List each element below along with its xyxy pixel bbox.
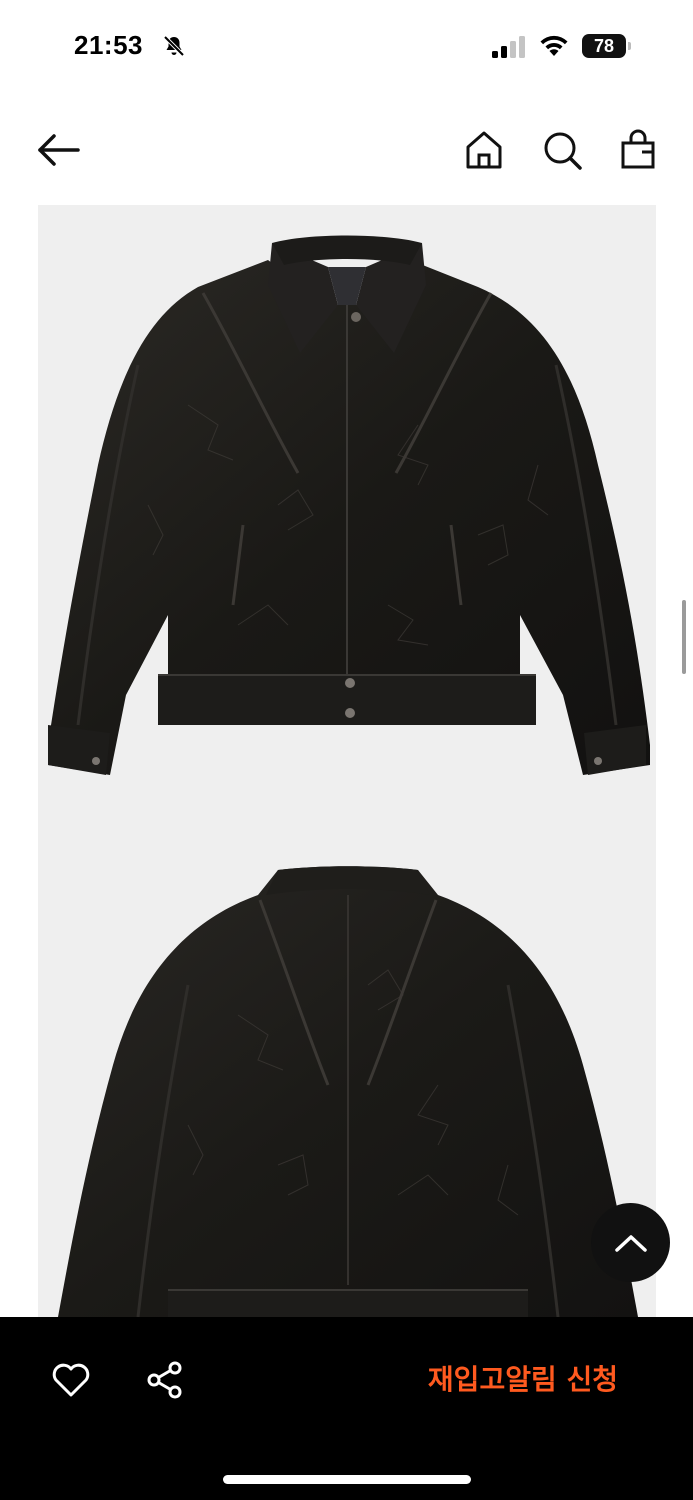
scroll-to-top-button[interactable] — [591, 1203, 670, 1282]
restock-alert-button[interactable]: 재입고알림 신청 — [380, 1357, 650, 1403]
home-indicator — [223, 1475, 471, 1484]
status-bar: 21:53 78 — [0, 0, 693, 96]
chevron-up-icon — [614, 1234, 647, 1252]
battery-indicator: 78 — [582, 34, 632, 58]
jacket-front-image — [48, 235, 650, 775]
bottom-action-bar: 재입고알림 신청 — [0, 1317, 693, 1500]
jacket-back-image — [58, 866, 638, 1317]
scroll-indicator[interactable] — [682, 600, 686, 674]
signal-icon — [492, 36, 525, 58]
product-image-gallery[interactable] — [38, 205, 656, 1317]
bell-slash-icon — [163, 35, 185, 57]
top-navigation — [0, 110, 693, 190]
search-icon[interactable] — [540, 128, 584, 172]
status-time: 21:53 — [74, 30, 143, 60]
arrow-left-icon[interactable] — [34, 130, 84, 170]
shopping-bag-icon[interactable] — [616, 128, 660, 172]
share-icon[interactable] — [144, 1359, 186, 1401]
wifi-icon — [540, 35, 568, 56]
battery-level: 78 — [582, 34, 626, 58]
battery-tip — [628, 42, 631, 50]
heart-icon[interactable] — [50, 1359, 92, 1401]
home-icon[interactable] — [462, 128, 506, 172]
